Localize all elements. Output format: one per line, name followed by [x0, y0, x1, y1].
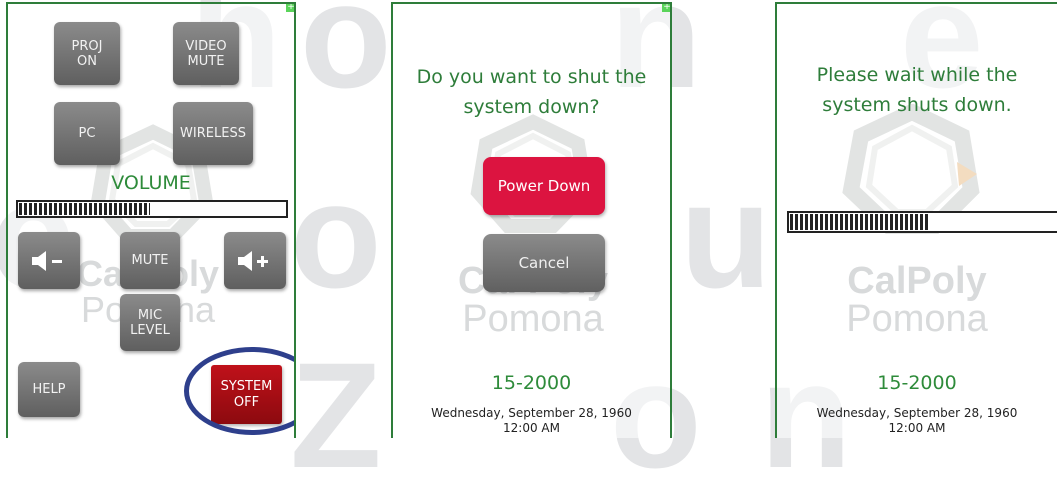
confirm-question: Do you want to shut the system down?: [393, 62, 670, 122]
shutdown-message-line2: system shuts down.: [822, 94, 1012, 116]
room-number: 15-2000: [491, 372, 572, 394]
cancel-button[interactable]: Cancel: [483, 234, 605, 292]
shutdown-progress-bar: [787, 211, 1057, 233]
wireless-button[interactable]: WIRELESS: [173, 102, 253, 165]
speaker-minus-icon: [32, 250, 62, 271]
resize-plus-icon[interactable]: +: [286, 4, 294, 12]
volume-label: VOLUME: [111, 172, 191, 194]
volume-up-button[interactable]: [224, 232, 286, 289]
control-panel-main: + Cal Poly Pomona PROJ ON VIDEO MUTE PC …: [6, 2, 296, 438]
confirm-question-line1: Do you want to shut the: [416, 66, 647, 88]
volume-down-button[interactable]: [18, 232, 80, 289]
date-text: Wednesday, September 28, 1960: [431, 406, 632, 420]
watermark-line2: Pomona: [846, 298, 988, 340]
speaker-plus-icon: [238, 250, 268, 271]
power-down-button[interactable]: Power Down: [483, 157, 605, 215]
room-number: 15-2000: [877, 372, 957, 394]
shutdown-confirm-panel: + Cal Poly Pomona Do you want to shut th…: [391, 2, 672, 438]
bg-watermark-o2: o: [290, 151, 382, 319]
bg-watermark-o: o: [300, 0, 392, 119]
video-mute-button[interactable]: VIDEO MUTE: [173, 22, 239, 85]
bg-watermark-u: u: [680, 151, 772, 319]
watermark-text: CalPoly Pomona: [817, 262, 1017, 338]
date-text: Wednesday, September 28, 1960: [816, 406, 1018, 420]
shutdown-progress-panel: CalPoly Pomona Please wait while the sys…: [775, 2, 1057, 438]
help-button[interactable]: HELP: [18, 362, 80, 417]
time-text: 12:00 AM: [503, 421, 560, 435]
watermark-line2: Pomona: [462, 298, 604, 340]
pc-button[interactable]: PC: [54, 102, 120, 165]
highlight-ring: [184, 347, 294, 435]
resize-plus-icon[interactable]: +: [662, 4, 670, 12]
shutdown-progress-fill: [790, 214, 931, 230]
watermark-line1: CalPoly: [847, 260, 987, 302]
time-text: 12:00 AM: [888, 421, 946, 435]
bg-watermark-z: Z: [290, 331, 382, 499]
confirm-question-line2: system down?: [463, 96, 600, 118]
proj-on-button[interactable]: PROJ ON: [54, 22, 120, 85]
mute-button[interactable]: MUTE: [120, 232, 180, 289]
shutdown-message-line1: Please wait while the: [816, 64, 1018, 86]
volume-bar[interactable]: [16, 200, 288, 218]
shutdown-message: Please wait while the system shuts down.: [777, 60, 1057, 120]
volume-bar-fill: [19, 203, 151, 215]
mic-level-button[interactable]: MIC LEVEL: [120, 294, 180, 351]
